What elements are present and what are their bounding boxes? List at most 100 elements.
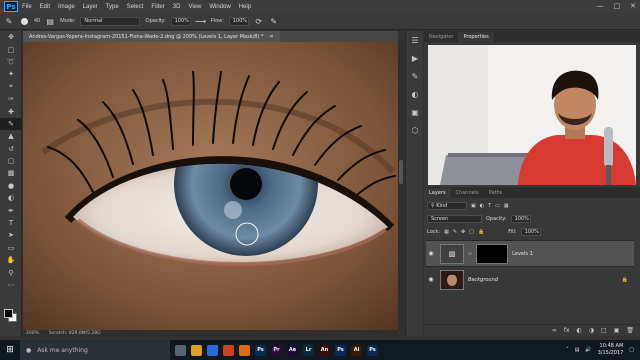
menu-type[interactable]: Type [106,4,119,10]
document-canvas[interactable] [23,42,398,330]
blur-tool-icon[interactable]: ● [0,180,22,192]
smart-object-filter-icon[interactable]: ▦ [504,203,509,209]
vertical-scrollbar[interactable] [398,42,404,330]
pressure-size-icon[interactable]: ✎ [269,16,279,26]
layer-kind-filter[interactable]: ⚲ Kind [427,202,467,210]
new-adjustment-icon[interactable]: ◑ [589,327,594,334]
flow-field[interactable]: 100% [228,16,249,26]
history-panel-icon[interactable]: ☰ [406,31,424,49]
show-hidden-icons-icon[interactable]: ˄ [566,347,569,353]
crop-tool-icon[interactable]: ⌖ [0,81,22,93]
opacity-field[interactable]: 100% [170,16,191,26]
menu-view[interactable]: View [188,4,201,10]
brush-preset-picker[interactable] [19,16,29,26]
history-brush-tool-icon[interactable]: ↺ [0,143,22,155]
lasso-tool-icon[interactable]: ➰ [0,56,22,68]
link-layers-icon[interactable]: ∞ [552,327,557,334]
lock-artboard-icon[interactable]: □ [469,229,474,235]
fill-field[interactable]: 100% [520,228,541,236]
taskbar-app-icon[interactable] [223,344,234,356]
gradient-tool-icon[interactable]: ▩ [0,167,22,179]
document-tab[interactable]: Andres-Vargas-Yopera-Instagram-20151-Fio… [23,31,280,42]
zoom-level[interactable]: 200% [26,331,39,336]
pen-tool-icon[interactable]: ✒ [0,204,22,216]
tab-channels[interactable]: Channels [451,188,484,198]
taskbar-app-icon[interactable]: Ps [367,344,378,356]
taskbar-app-icon[interactable]: Ps [335,344,346,356]
visibility-eye-icon[interactable]: ◉ [426,276,436,283]
clock[interactable]: 10:48 AM 3/15/2017 [598,343,624,357]
menu-image[interactable]: Image [58,4,75,10]
minimize-icon[interactable]: — [597,2,604,10]
brush-panel-icon[interactable]: ✎ [406,67,424,85]
menu-file[interactable]: File [22,4,32,10]
tab-properties[interactable]: Properties [458,32,494,42]
network-icon[interactable]: ▤ [575,347,580,353]
layer-mask-thumbnail[interactable] [476,243,509,264]
taskbar-app-icon[interactable]: Ai [351,344,362,356]
menu-layer[interactable]: Layer [83,4,98,10]
styles-panel-icon[interactable]: ▣ [406,103,424,121]
taskbar-app-icon[interactable] [207,344,218,356]
taskbar-app-icon[interactable] [239,344,250,356]
mode-select[interactable]: Normal [80,16,141,26]
tab-paths[interactable]: Paths [484,188,508,198]
brush-tool-icon[interactable]: ✎ [4,16,14,26]
path-select-tool-icon[interactable]: ➤ [0,229,22,241]
foreground-color-swatch[interactable] [4,309,13,318]
layer-style-icon[interactable]: fx [564,327,570,334]
pressure-opacity-icon[interactable]: ⟶ [195,16,206,26]
actions-panel-icon[interactable]: ▶ [406,49,424,67]
maximize-icon[interactable]: □ [614,2,621,10]
taskbar-app-icon[interactable]: Pr [271,344,282,356]
menu-3d[interactable]: 3D [173,4,181,10]
menu-filter[interactable]: Filter [151,4,164,10]
taskbar-app-icon[interactable]: Lr [303,344,314,356]
menu-edit[interactable]: Edit [40,4,50,10]
taskbar-app-icon[interactable] [191,344,202,356]
search-box[interactable]: ● Ask me anything [20,340,170,360]
move-tool-icon[interactable]: ✥ [0,31,22,43]
close-icon[interactable]: ✕ [630,2,636,10]
tab-layers[interactable]: Layers [424,188,451,198]
notifications-icon[interactable]: □ [629,347,634,353]
new-group-icon[interactable]: □ [601,327,607,334]
delete-layer-icon[interactable]: 🗑 [626,327,634,334]
3d-panel-icon[interactable]: ⬡ [406,121,424,139]
add-mask-icon[interactable]: ◐ [577,327,582,334]
lock-paint-icon[interactable]: ✎ [453,229,457,235]
lock-position-icon[interactable]: ✥ [461,229,465,235]
marquee-tool-icon[interactable]: □ [0,43,22,55]
type-filter-icon[interactable]: T [488,203,491,209]
zoom-tool-icon[interactable]: ⚲ [0,266,22,278]
lock-pixels-icon[interactable]: ▦ [444,229,449,235]
pixel-filter-icon[interactable]: ▣ [471,203,476,209]
brush-tool-icon[interactable]: ✎ [0,117,22,131]
adjustment-filter-icon[interactable]: ◐ [480,203,484,209]
healing-brush-tool-icon[interactable]: ✚ [0,105,22,117]
clone-stamp-tool-icon[interactable]: ▲ [0,130,22,142]
lock-all-icon[interactable]: 🔒 [478,229,484,235]
menu-window[interactable]: Window [209,4,230,10]
dodge-tool-icon[interactable]: ◐ [0,192,22,204]
layer-row-levels[interactable]: ◉ ▧ ∞ Levels 1 [426,240,634,266]
blend-mode-select[interactable]: Screen [427,215,482,223]
shape-filter-icon[interactable]: ▭ [495,203,500,209]
hand-tool-icon[interactable]: ✋ [0,254,22,266]
taskbar-app-icon[interactable]: An [319,344,330,356]
more-tools-icon[interactable]: ⋯ [0,279,22,291]
close-tab-icon[interactable]: ✕ [270,34,274,40]
eraser-tool-icon[interactable]: ▢ [0,155,22,167]
menu-select[interactable]: Select [127,4,144,10]
layer-opacity-field[interactable]: 100% [510,215,531,223]
type-tool-icon[interactable]: T [0,217,22,229]
taskbar-app-icon[interactable]: Ae [287,344,298,356]
taskbar-app-icon[interactable] [175,344,186,356]
shape-tool-icon[interactable]: ▭ [0,242,22,254]
adjustments-panel-icon[interactable]: ◐ [406,85,424,103]
quick-select-tool-icon[interactable]: ✦ [0,68,22,80]
brush-panel-icon[interactable]: ▤ [45,16,55,26]
visibility-eye-icon[interactable]: ◉ [426,250,436,257]
layer-row-background[interactable]: ◉ Background 🔒 [426,266,634,292]
start-button[interactable]: ⊞ [0,340,20,360]
